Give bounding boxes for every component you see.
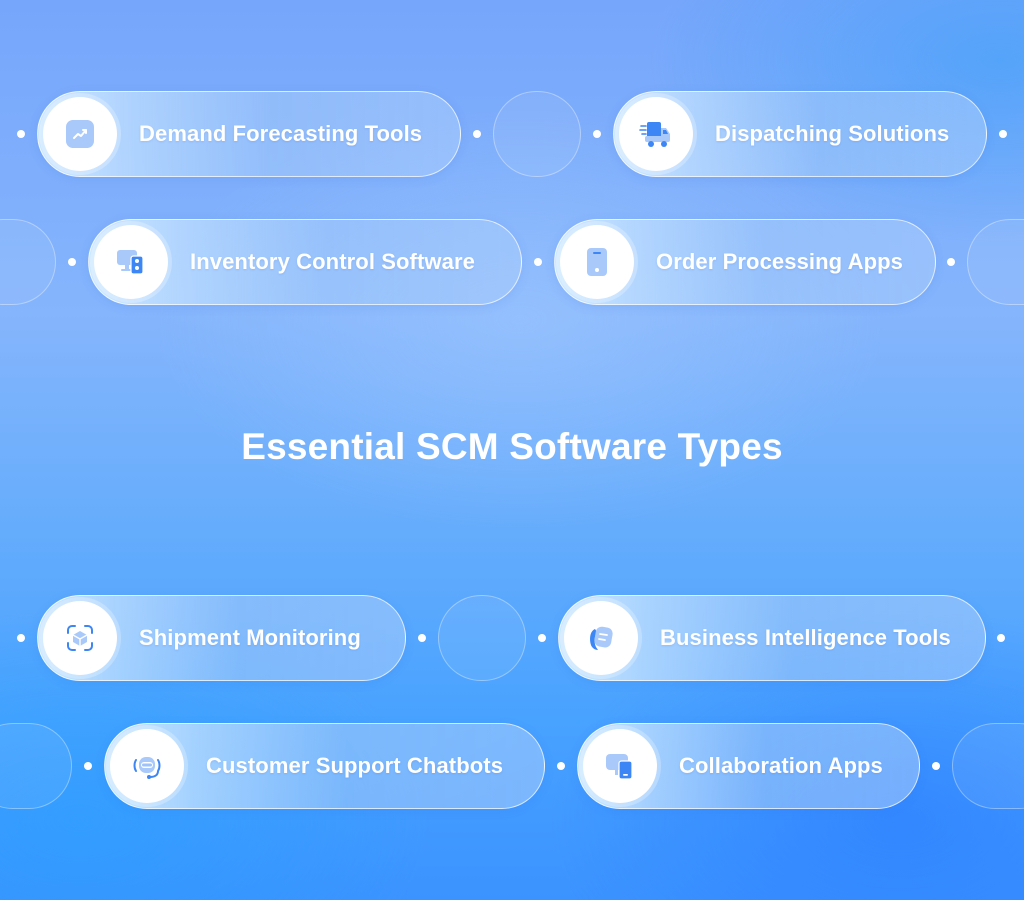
page-title: Essential SCM Software Types — [241, 426, 783, 467]
item-label: Dispatching Solutions — [715, 121, 950, 146]
item-label: Order Processing Apps — [656, 249, 904, 274]
monitor-server-icon — [115, 247, 147, 277]
connector-dot — [999, 130, 1007, 138]
item-label: Collaboration Apps — [679, 753, 883, 778]
connector-dot — [538, 634, 546, 642]
item-business-intelligence-tools[interactable]: Business Intelligence Tools — [558, 595, 986, 681]
item-label: Demand Forecasting Tools — [139, 121, 423, 146]
row-1: Demand Forecasting Tools Dispatching Sol — [0, 91, 1024, 179]
connector-dot — [947, 258, 955, 266]
connector-dot — [17, 634, 25, 642]
icon-disc — [110, 729, 184, 803]
item-inventory-control-software[interactable]: Inventory Control Software — [88, 219, 522, 305]
item-shipment-monitoring[interactable]: Shipment Monitoring — [37, 595, 406, 681]
item-dispatching-solutions[interactable]: Dispatching Solutions — [613, 91, 987, 177]
empty-slot — [967, 219, 1024, 305]
item-label: Business Intelligence Tools — [660, 625, 951, 650]
trend-chart-icon — [65, 119, 95, 149]
row-3: Shipment Monitoring Business Intelligenc… — [0, 595, 1024, 683]
item-order-processing-apps[interactable]: Order Processing Apps — [554, 219, 936, 305]
item-customer-support-chatbots[interactable]: Customer Support Chatbots — [104, 723, 545, 809]
connector-dot — [68, 258, 76, 266]
icon-disc — [583, 729, 657, 803]
package-scan-icon — [65, 623, 95, 653]
item-collaboration-apps[interactable]: Collaboration Apps — [577, 723, 920, 809]
connector-dot — [418, 634, 426, 642]
connector-dot — [997, 634, 1005, 642]
empty-slot — [952, 723, 1024, 809]
delivery-truck-icon — [639, 119, 673, 149]
empty-slot — [438, 595, 526, 681]
item-demand-forecasting-tools[interactable]: Demand Forecasting Tools — [37, 91, 461, 177]
connector-dot — [932, 762, 940, 770]
mobile-phone-icon — [585, 247, 609, 277]
item-label: Inventory Control Software — [190, 249, 475, 274]
empty-slot — [0, 723, 72, 809]
icon-disc — [43, 601, 117, 675]
devices-icon — [604, 751, 636, 781]
chatbot-headset-icon — [130, 751, 164, 781]
icon-disc — [560, 225, 634, 299]
row-4: Customer Support Chatbots Collaboration … — [0, 723, 1024, 811]
connector-dot — [17, 130, 25, 138]
item-label: Shipment Monitoring — [139, 625, 361, 650]
connector-dot — [557, 762, 565, 770]
connector-dot — [593, 130, 601, 138]
empty-slot — [0, 219, 56, 305]
connector-dot — [473, 130, 481, 138]
row-2: Inventory Control Software Order Process… — [0, 219, 1024, 307]
icon-disc — [43, 97, 117, 171]
icon-disc — [564, 601, 638, 675]
empty-slot — [493, 91, 581, 177]
connector-dot — [534, 258, 542, 266]
connector-dot — [84, 762, 92, 770]
icon-disc — [619, 97, 693, 171]
item-label: Customer Support Chatbots — [206, 753, 504, 778]
icon-disc — [94, 225, 168, 299]
document-cards-icon — [586, 623, 616, 653]
